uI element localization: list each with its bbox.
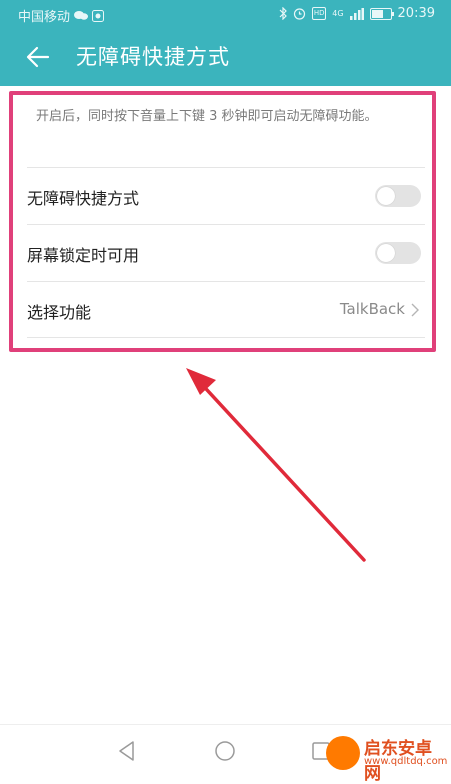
status-bar: 中国移动 HD 4G 20:39 <box>0 0 451 28</box>
signal-icon <box>349 7 364 20</box>
page-title: 无障碍快捷方式 <box>76 45 230 69</box>
status-time: 20:39 <box>397 6 435 21</box>
carrier-label: 中国移动 <box>18 10 71 25</box>
hd-badge: HD <box>312 7 327 20</box>
battery-fill <box>371 9 383 18</box>
network-type: 4G <box>332 9 344 18</box>
watermark-url: www.qdltdq.com <box>364 756 448 767</box>
bluetooth-icon <box>279 7 288 20</box>
battery-icon <box>369 7 394 20</box>
home-circle-icon[interactable] <box>212 738 238 764</box>
watermark: 启东安卓网 www.qdltdq.com <box>320 732 448 784</box>
status-right: HD 4G 20:39 <box>279 6 435 21</box>
alarm-icon <box>294 8 306 20</box>
app-bar: 无障碍快捷方式 <box>0 28 451 86</box>
watermark-logo-icon <box>326 736 360 770</box>
arrow-left-icon[interactable] <box>24 43 52 71</box>
highlight-box <box>9 91 436 352</box>
back-triangle-icon[interactable] <box>114 738 140 764</box>
wechat-notification-icon <box>74 11 89 20</box>
status-left: 中国移动 <box>18 6 105 25</box>
app-notification-icon <box>92 9 105 22</box>
